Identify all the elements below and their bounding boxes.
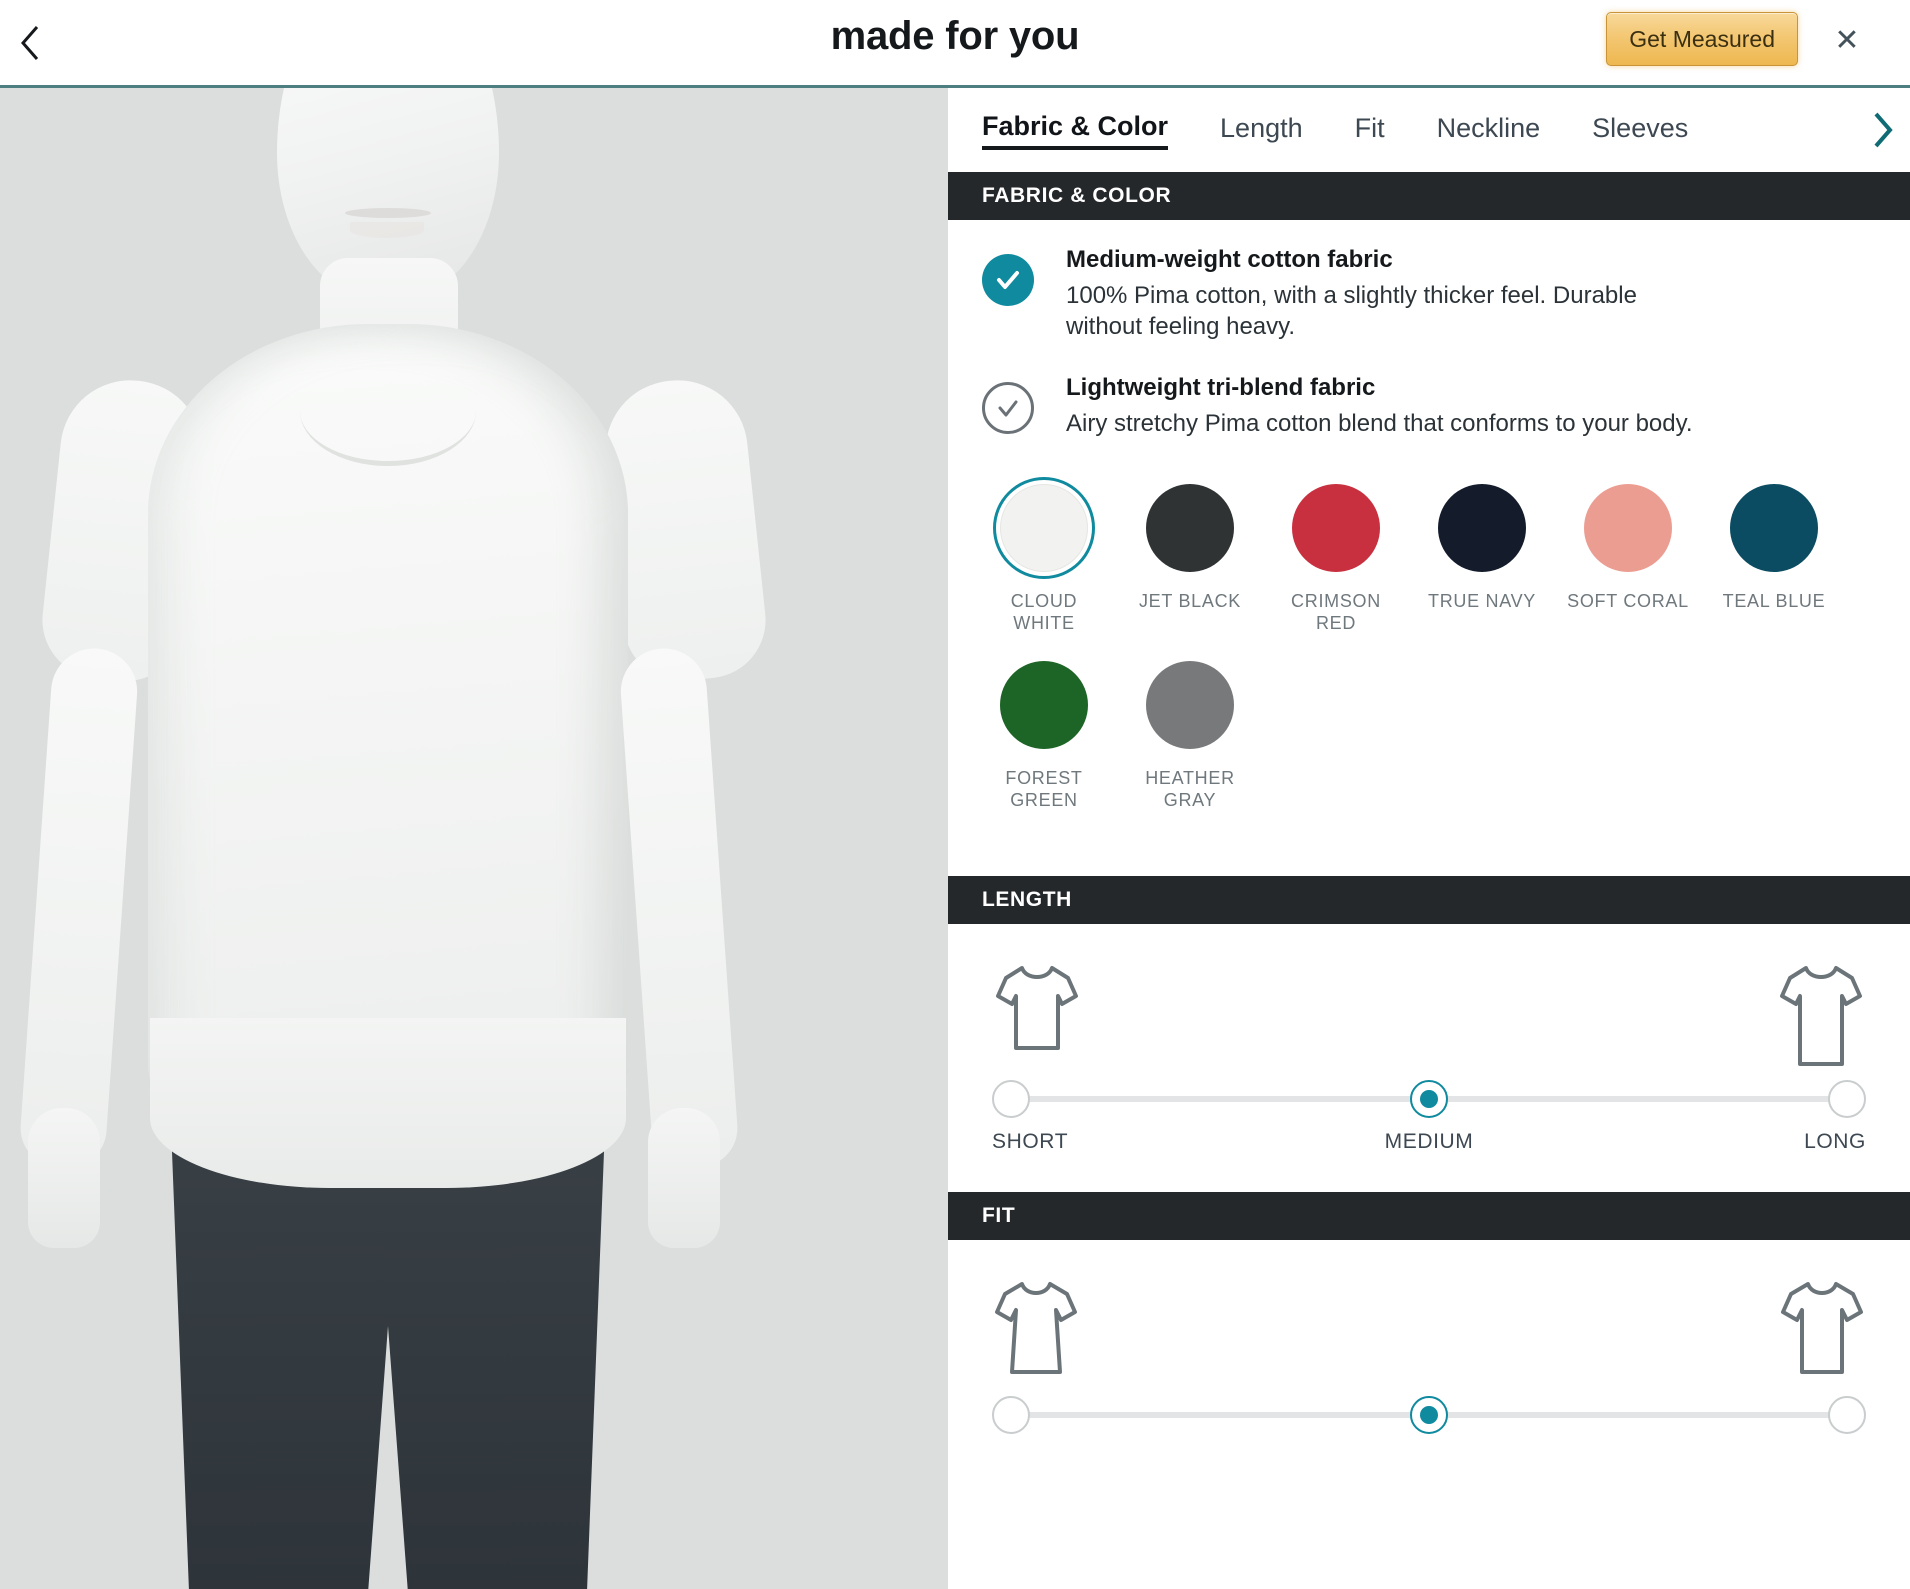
tab-length[interactable]: Length (1220, 113, 1303, 148)
swatch-fill (1000, 483, 1088, 572)
tshirt-long-icon (1776, 960, 1866, 1077)
mannequin-arm-right (617, 645, 741, 1171)
fabric-option-text: Medium-weight cotton fabric 100% Pima co… (1066, 246, 1876, 342)
swatch-circle (1434, 480, 1530, 576)
fabric-option-medium-weight[interactable]: Medium-weight cotton fabric 100% Pima co… (982, 220, 1876, 342)
fit-slider-knob-relaxed[interactable] (1828, 1395, 1866, 1434)
color-swatch-true-navy[interactable]: TRUE NAVY (1420, 480, 1544, 635)
check-circle-outline-icon[interactable] (982, 382, 1034, 435)
mannequin-hand-left (28, 1108, 100, 1248)
fit-icons (992, 1276, 1866, 1386)
tab-fabric-and-color[interactable]: Fabric & Color (982, 111, 1169, 150)
color-swatch-forest-green[interactable]: FOREST GREEN (982, 657, 1106, 812)
color-swatch-jet-black[interactable]: JET BLACK (1128, 480, 1252, 635)
fabric-option-lightweight-triblend[interactable]: Lightweight tri-blend fabric Airy stretc… (982, 342, 1876, 439)
color-swatch-crimson-red[interactable]: CRIMSON RED (1274, 480, 1398, 635)
color-swatch-label: CRIMSON RED (1291, 590, 1381, 634)
swatch-fill (1584, 483, 1672, 572)
color-swatch-label: HEATHER GRAY (1145, 767, 1235, 811)
fabric-option-text: Lightweight tri-blend fabric Airy stretc… (1066, 374, 1876, 439)
mannequin-hand-right (648, 1108, 720, 1248)
color-swatch-grid: CLOUD WHITE JET BLACK CRIMSON RED TRUE NAVY… (982, 480, 1876, 876)
get-measured-button[interactable]: Get Measured (1606, 12, 1798, 66)
tab-sleeves[interactable]: Sleeves (1592, 113, 1688, 148)
shirt-collar (300, 356, 476, 466)
fit-slider[interactable] (992, 1392, 1866, 1436)
mannequin-render (0, 88, 948, 1589)
swatch-fill (1438, 483, 1526, 572)
swatch-fill (1146, 660, 1234, 749)
tshirt-relaxed-fit-icon (1778, 1276, 1866, 1385)
section-header-length: LENGTH (948, 875, 1910, 924)
swatch-circle (1726, 480, 1822, 576)
tshirt-slim-fit-icon (992, 1276, 1080, 1385)
color-swatch-label: CLOUD WHITE (1010, 590, 1078, 634)
tab-bar: Fabric & Color Length Fit Neckline Sleev… (948, 88, 1910, 172)
swatch-fill (1292, 483, 1380, 572)
length-icons (992, 960, 1866, 1070)
fabric-option-title: Lightweight tri-blend fabric (1066, 374, 1376, 402)
color-swatch-label: SOFT CORAL (1567, 590, 1689, 611)
length-slider-block: SHORT MEDIUM LONG (948, 924, 1910, 1192)
made-for-you-app: made for you Get Measured ✕ Fabric & Col… (0, 0, 1910, 1589)
tab-neckline[interactable]: Neckline (1437, 113, 1541, 148)
color-swatch-heather-gray[interactable]: HEATHER GRAY (1128, 657, 1252, 812)
mannequin-lip-upper (345, 208, 431, 218)
shirt-hem (150, 1018, 626, 1188)
tshirt-short-icon (992, 960, 1082, 1065)
section-body-fabric-color: Medium-weight cotton fabric 100% Pima co… (948, 220, 1910, 876)
fit-slider-block (948, 1240, 1910, 1466)
swatch-circle (996, 480, 1092, 576)
app-header: made for you Get Measured ✕ (0, 0, 1910, 88)
mannequin-arm-left (17, 645, 141, 1171)
length-slider-knob-medium[interactable] (1410, 1079, 1448, 1118)
swatch-circle (1142, 480, 1238, 576)
length-slider-knob-short[interactable] (992, 1079, 1030, 1118)
fabric-option-description: Airy stretchy Pima cotton blend that con… (1066, 410, 1693, 438)
length-label-long: LONG (1804, 1129, 1866, 1153)
swatch-fill (1000, 660, 1088, 749)
length-slider[interactable] (992, 1076, 1866, 1120)
customization-panel: Fabric & Color Length Fit Neckline Sleev… (948, 88, 1910, 1589)
swatch-circle (1142, 657, 1238, 753)
color-swatch-soft-coral[interactable]: SOFT CORAL (1566, 480, 1690, 635)
fabric-option-description: 100% Pima cotton, with a slightly thicke… (1066, 282, 1637, 341)
mannequin-lip-lower (350, 222, 424, 238)
length-slider-labels: SHORT MEDIUM LONG (992, 1130, 1866, 1162)
length-label-short: SHORT (992, 1129, 1069, 1153)
color-swatch-teal-blue[interactable]: TEAL BLUE (1712, 480, 1836, 635)
swatch-circle (996, 657, 1092, 753)
length-slider-knob-long[interactable] (1828, 1079, 1866, 1118)
check-circle-filled-icon[interactable] (982, 254, 1034, 306)
color-swatch-cloud-white[interactable]: CLOUD WHITE (982, 480, 1106, 635)
swatch-circle (1580, 480, 1676, 576)
tabs-next-button[interactable] (1862, 110, 1902, 154)
color-swatch-label: JET BLACK (1138, 590, 1241, 611)
chevron-left-icon (19, 24, 41, 62)
fabric-option-title: Medium-weight cotton fabric (1066, 246, 1393, 273)
swatch-circle (1288, 480, 1384, 576)
color-swatch-label: TEAL BLUE (1722, 590, 1826, 611)
chevron-right-icon (1871, 111, 1893, 154)
back-button[interactable] (8, 14, 52, 72)
garment-preview[interactable] (0, 88, 948, 1589)
swatch-fill (1730, 483, 1818, 572)
length-label-medium: MEDIUM (1384, 1129, 1474, 1153)
close-icon[interactable]: ✕ (1826, 20, 1868, 62)
color-swatch-label: TRUE NAVY (1428, 590, 1536, 611)
fit-slider-knob-slim[interactable] (992, 1395, 1030, 1434)
section-header-fabric-color: FABRIC & COLOR (948, 172, 1910, 220)
swatch-fill (1146, 483, 1234, 572)
section-header-fit: FIT (948, 1191, 1910, 1240)
tab-fit[interactable]: Fit (1355, 113, 1385, 148)
fit-slider-knob-regular[interactable] (1410, 1395, 1448, 1434)
color-swatch-label: FOREST GREEN (1005, 767, 1083, 811)
